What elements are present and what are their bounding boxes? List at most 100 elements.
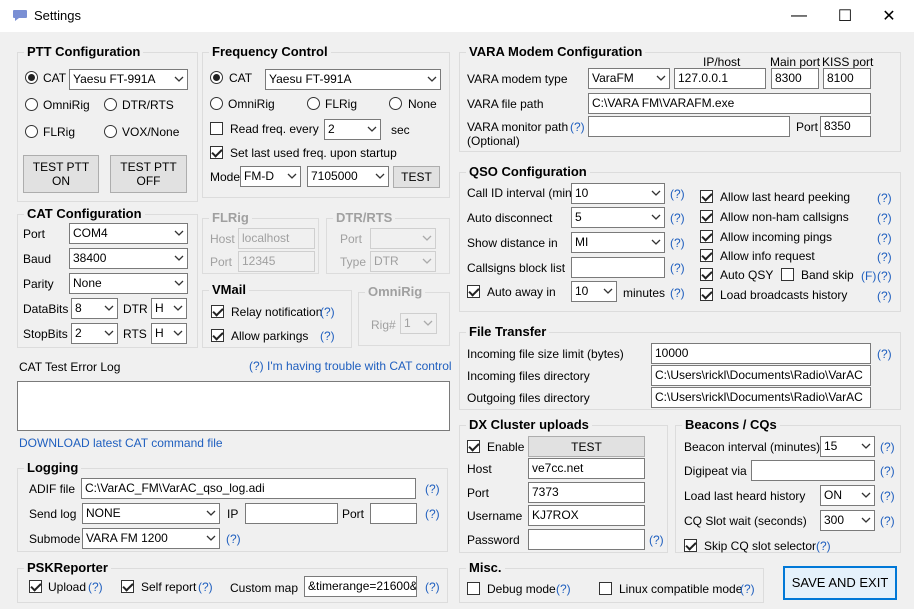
psk-self-report-help-link[interactable]: (?) (198, 580, 213, 594)
debug-mode-help-link[interactable]: (?) (556, 582, 571, 596)
file-limit-help-link[interactable]: (?) (877, 347, 892, 361)
cat-trouble-link[interactable]: (?) I'm having trouble with CAT control (249, 359, 452, 373)
cq-slot-wait-help-link[interactable]: (?) (880, 514, 895, 528)
cat-stopbits-select[interactable]: 2 (71, 323, 118, 344)
send-log-ip-input[interactable] (245, 503, 338, 524)
dx-help-link[interactable]: (?) (649, 533, 664, 547)
ptt-omnirig-radio[interactable] (25, 98, 38, 111)
cat-baud-select[interactable]: 38400 (69, 248, 188, 269)
test-ptt-on-button[interactable]: TEST PTT ON (23, 155, 99, 193)
parkings-help-link[interactable]: (?) (320, 329, 335, 343)
band-skip-help-link[interactable]: (?) (877, 269, 892, 283)
relay-notification-checkbox[interactable] (211, 305, 224, 318)
adif-file-input[interactable]: C:\VarAC_FM\VarAC_qso_log.adi (81, 478, 416, 499)
vara-ip-input[interactable]: 127.0.0.1 (674, 68, 766, 89)
vara-monitor-port-input[interactable]: 8350 (820, 116, 871, 137)
freq-flrig-radio[interactable] (307, 97, 320, 110)
vara-monitor-help-link[interactable]: (?) (570, 120, 585, 134)
show-distance-select[interactable]: MI (571, 232, 665, 253)
vara-monitor-input[interactable] (588, 116, 790, 137)
dx-host-input[interactable]: ve7cc.net (528, 458, 645, 479)
info-request-help-link[interactable]: (?) (877, 250, 892, 264)
flrig-host-input[interactable]: localhost (238, 228, 315, 249)
call-id-select[interactable]: 10 (571, 183, 665, 204)
last-heard-history-help-link[interactable]: (?) (880, 489, 895, 503)
dx-port-input[interactable]: 7373 (528, 482, 645, 503)
freq-cat-rig-select[interactable]: Yaesu FT-991A (265, 69, 441, 90)
cat-port-select[interactable]: COM4 (69, 223, 188, 244)
send-log-select[interactable]: NONE (82, 503, 220, 524)
set-last-freq-checkbox[interactable] (210, 146, 223, 159)
debug-mode-checkbox[interactable] (467, 582, 480, 595)
dx-test-button[interactable]: TEST (528, 436, 645, 457)
cat-rts-select[interactable]: H (151, 323, 187, 344)
ptt-cat-radio[interactable] (25, 71, 38, 84)
dx-enable-checkbox[interactable] (467, 440, 480, 453)
dx-username-input[interactable]: KJ7ROX (528, 505, 645, 526)
digipeat-help-link[interactable]: (?) (880, 464, 895, 478)
psk-upload-help-link[interactable]: (?) (88, 580, 103, 594)
cat-dtr-select[interactable]: H (151, 298, 187, 319)
info-request-checkbox[interactable] (700, 249, 713, 262)
freq-cat-radio[interactable] (210, 71, 223, 84)
psk-self-report-checkbox[interactable] (121, 580, 134, 593)
submode-select[interactable]: VARA FM 1200 (82, 528, 220, 549)
dtrrts-type-select[interactable]: DTR (370, 251, 436, 272)
non-ham-callsigns-checkbox[interactable] (700, 210, 713, 223)
skip-cq-slot-checkbox[interactable] (684, 539, 697, 552)
cat-parity-select[interactable]: None (69, 273, 188, 294)
vara-kiss-port-input[interactable]: 8100 (823, 68, 871, 89)
last-heard-help-link[interactable]: (?) (877, 191, 892, 205)
minimize-button[interactable]: — (776, 0, 822, 32)
outgoing-dir-input[interactable]: C:\Users\rickl\Documents\Radio\VarAC (651, 387, 871, 408)
block-list-input[interactable] (571, 257, 665, 278)
ptt-cat-rig-select[interactable]: Yaesu FT-991A (69, 69, 188, 90)
freq-omnirig-radio[interactable] (210, 97, 223, 110)
skip-cq-slot-help-link[interactable]: (?) (816, 539, 831, 553)
block-list-help-link[interactable]: (?) (670, 261, 685, 275)
maximize-button[interactable]: ☐ (822, 0, 868, 32)
read-freq-checkbox[interactable] (210, 122, 223, 135)
incoming-dir-input[interactable]: C:\Users\rickl\Documents\Radio\VarAC (651, 365, 871, 386)
last-heard-peeking-checkbox[interactable] (700, 190, 713, 203)
call-id-help-link[interactable]: (?) (670, 187, 685, 201)
band-skip-f-link[interactable]: (F) (861, 269, 876, 283)
freq-none-radio[interactable] (389, 97, 402, 110)
psk-upload-checkbox[interactable] (29, 580, 42, 593)
send-log-port-input[interactable] (370, 503, 417, 524)
test-ptt-off-button[interactable]: TEST PTT OFF (110, 155, 187, 193)
beacon-interval-select[interactable]: 15 (820, 436, 875, 457)
broadcasts-history-checkbox[interactable] (700, 288, 713, 301)
custom-map-input[interactable]: &timerange=21600&s (304, 576, 417, 597)
submode-help-link[interactable]: (?) (226, 532, 241, 546)
linux-mode-help-link[interactable]: (?) (740, 582, 755, 596)
pings-help-link[interactable]: (?) (877, 231, 892, 245)
relay-help-link[interactable]: (?) (320, 305, 335, 319)
ptt-dtrrts-radio[interactable] (104, 98, 117, 111)
read-freq-interval-select[interactable]: 2 (324, 119, 381, 140)
linux-mode-checkbox[interactable] (599, 582, 612, 595)
ptt-vox-radio[interactable] (104, 125, 117, 138)
close-button[interactable]: ✕ (866, 0, 912, 32)
show-distance-help-link[interactable]: (?) (670, 236, 685, 250)
custom-map-help-link[interactable]: (?) (425, 580, 440, 594)
vara-type-select[interactable]: VaraFM (588, 68, 670, 89)
mode-select[interactable]: FM-D (240, 166, 301, 187)
incoming-pings-checkbox[interactable] (700, 230, 713, 243)
frequency-select[interactable]: 7105000 (307, 166, 389, 187)
digipeat-input[interactable] (751, 460, 875, 481)
band-skip-checkbox[interactable] (781, 268, 794, 281)
adif-help-link[interactable]: (?) (425, 482, 440, 496)
omnirig-rig-select[interactable]: 1 (400, 313, 437, 334)
last-heard-history-select[interactable]: ON (820, 485, 875, 506)
broadcasts-help-link[interactable]: (?) (877, 289, 892, 303)
auto-away-help-link[interactable]: (?) (670, 286, 685, 300)
auto-disconnect-select[interactable]: 5 (571, 207, 665, 228)
ptt-flrig-radio[interactable] (25, 125, 38, 138)
vara-path-input[interactable]: C:\VARA FM\VARAFM.exe (588, 93, 871, 114)
cat-error-log-textarea[interactable] (17, 381, 450, 431)
vara-main-port-input[interactable]: 8300 (771, 68, 819, 89)
dtrrts-port-select[interactable] (370, 228, 436, 249)
auto-qsy-checkbox[interactable] (700, 268, 713, 281)
flrig-port-input[interactable]: 12345 (238, 251, 315, 272)
